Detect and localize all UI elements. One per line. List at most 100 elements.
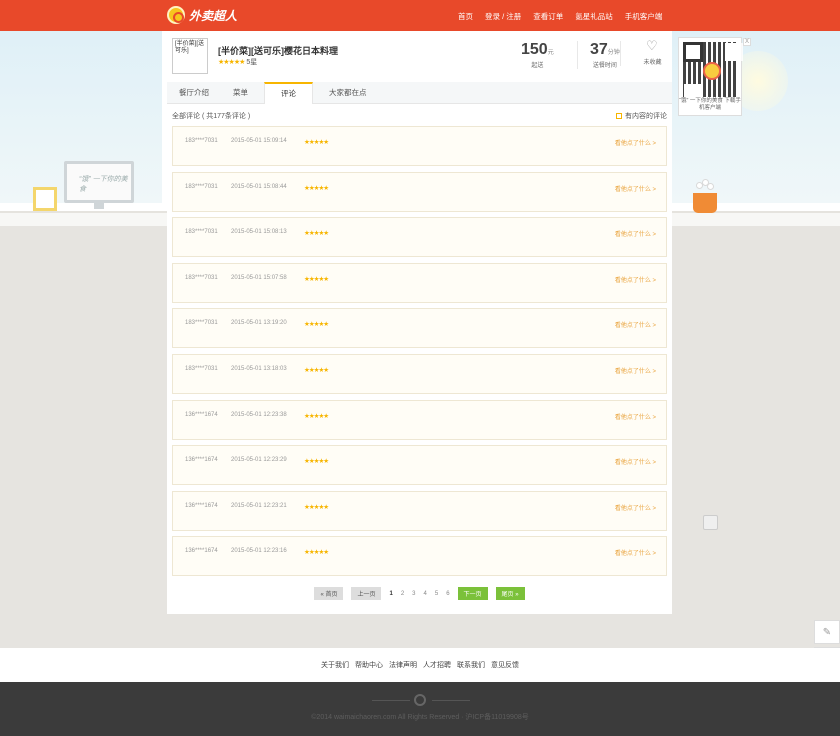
review-user: 183****7031: [185, 365, 218, 372]
nav-home[interactable]: 首页: [458, 11, 473, 22]
review-stars: ★★★★★: [304, 503, 329, 511]
prev-page-button[interactable]: 上一页: [351, 587, 382, 600]
page-4[interactable]: 4: [424, 591, 427, 597]
heart-icon: [646, 38, 658, 54]
flower-pot-icon: [693, 193, 717, 213]
review-user: 136****1674: [185, 457, 218, 464]
review-stars: ★★★★★: [304, 139, 329, 146]
view-order-link[interactable]: 看他点了什么 >: [615, 275, 656, 284]
review-item: 183****7031 2015-05-01 15:08:13 ★★★★★ 看他…: [172, 217, 667, 258]
review-stars: ★★★★★: [304, 549, 329, 557]
footer-jobs[interactable]: 人才招聘: [423, 660, 451, 670]
tab-menu[interactable]: 菜单: [221, 82, 260, 104]
view-order-link[interactable]: 看他点了什么 >: [615, 412, 656, 421]
review-stars: ★★★★★: [304, 230, 329, 238]
top-bar: 外卖超人 首页 登录 / 注册 查看订单 氪星礼品站 手机客户端: [0, 0, 840, 31]
monitor-text: “饿” 一下你的美食: [79, 176, 128, 193]
review-item: 183****7031 2015-05-01 13:19:20 ★★★★★ 看他…: [172, 308, 667, 349]
app-qr-panel: “饿” 一下你的美食 下载手机客户端 X: [678, 37, 751, 116]
monitor-illustration: “饿” 一下你的美食: [64, 161, 134, 209]
last-page-button[interactable]: 尾页 »: [495, 587, 525, 600]
footer-contact[interactable]: 联系我们: [457, 660, 485, 670]
review-stars: ★★★★★: [304, 321, 329, 329]
review-user: 136****1674: [185, 502, 218, 509]
review-stars: ★★★★★: [304, 366, 329, 374]
page-3[interactable]: 3: [412, 591, 415, 597]
delivery-time-stat: 37分钟 送餐时间: [577, 41, 620, 69]
review-stars: ★★★★★: [304, 275, 329, 283]
delivery-time-label: 送餐时间: [592, 63, 617, 69]
view-order-link[interactable]: 看他点了什么 >: [615, 457, 656, 466]
nav-login[interactable]: 登录 / 注册: [485, 11, 521, 22]
min-order-stat: 150元 起送: [521, 41, 554, 69]
delivery-time-value: 37: [590, 41, 608, 58]
review-item: 183****7031 2015-05-01 15:07:58 ★★★★★ 看他…: [172, 262, 667, 303]
review-user: 183****7031: [185, 183, 218, 190]
review-list: 183****7031 2015-05-01 15:09:14 ★★★★★ 看他…: [172, 126, 667, 582]
min-order-unit: 元: [547, 50, 554, 56]
page-6[interactable]: 6: [446, 591, 449, 597]
review-time: 2015-05-01 12:23:16: [231, 548, 287, 555]
tab-intro[interactable]: 餐厅介绍: [167, 82, 221, 104]
tab-reviews[interactable]: 评论: [264, 82, 313, 104]
footer-logo-icon: [414, 694, 426, 706]
footer-bottom: ©2014 waimaichaoren.com All Rights Reser…: [0, 682, 840, 736]
footer-legal[interactable]: 法律声明: [389, 660, 417, 670]
review-time: 2015-05-01 15:09:14: [231, 138, 287, 144]
content-filter-checkbox[interactable]: 有内容的评论: [616, 111, 667, 121]
close-icon[interactable]: X: [743, 38, 751, 46]
review-item: 183****7031 2015-05-01 15:08:44 ★★★★★ 看他…: [172, 171, 667, 212]
footer-divider: [372, 700, 410, 701]
view-order-link[interactable]: 看他点了什么 >: [615, 548, 656, 557]
view-order-link[interactable]: 看他点了什么 >: [615, 320, 656, 329]
first-page-button[interactable]: « 首页: [314, 587, 344, 600]
footer-about[interactable]: 关于我们: [321, 660, 349, 670]
review-time: 2015-05-01 12:23:38: [231, 411, 287, 418]
rating-stars: ★★★★★: [218, 59, 245, 66]
nav-mobile-app[interactable]: 手机客户端: [625, 11, 663, 22]
view-order-link[interactable]: 看他点了什么 >: [615, 184, 656, 193]
site-logo[interactable]: 外卖超人: [167, 6, 237, 24]
checkbox-icon: [616, 113, 622, 119]
footer-divider: [432, 700, 470, 701]
logo-text: 外卖超人: [189, 8, 238, 23]
review-stars: ★★★★★: [304, 412, 329, 420]
photo-frame-icon: [33, 187, 57, 211]
min-order-value: 150: [521, 41, 548, 58]
restaurant-header: [半价菜][送可乐] [半价菜][送可乐]樱花日本料理 ★★★★★ 5星 150…: [167, 31, 672, 81]
review-time: 2015-05-01 13:18:03: [231, 365, 287, 372]
review-time: 2015-05-01 12:23:29: [231, 457, 287, 464]
nav-gifts[interactable]: 氪星礼品站: [575, 11, 613, 22]
review-user: 183****7031: [185, 229, 218, 236]
restaurant-logo: [半价菜][送可乐]: [172, 38, 208, 74]
copyright: ©2014 waimaichaoren.com All Rights Reser…: [311, 714, 529, 721]
review-user: 183****7031: [185, 274, 218, 281]
min-order-label: 起送: [531, 63, 544, 69]
restaurant-name: [半价菜][送可乐]樱花日本料理: [218, 46, 338, 56]
page-5[interactable]: 5: [435, 591, 438, 597]
view-order-link[interactable]: 看他点了什么 >: [615, 503, 656, 512]
review-user: 183****7031: [185, 138, 218, 144]
footer-feedback[interactable]: 意见反馈: [491, 660, 519, 670]
feedback-edit-icon[interactable]: ✎: [814, 620, 840, 644]
view-order-link[interactable]: 看他点了什么 >: [615, 138, 656, 147]
next-page-button[interactable]: 下一页: [457, 587, 488, 600]
favorite-button[interactable]: 未收藏: [620, 38, 672, 66]
review-user: 136****1674: [185, 548, 218, 555]
review-user: 136****1674: [185, 411, 218, 418]
review-user: 183****7031: [185, 320, 218, 327]
page-1[interactable]: 1: [389, 591, 392, 597]
top-nav: 首页 登录 / 注册 查看订单 氪星礼品站 手机客户端: [458, 11, 674, 22]
review-time: 2015-05-01 15:07:58: [231, 274, 287, 281]
review-item: 136****1674 2015-05-01 12:23:21 ★★★★★ 看他…: [172, 490, 667, 531]
view-order-link[interactable]: 看他点了什么 >: [615, 229, 656, 238]
logo-icon: [167, 6, 185, 24]
review-item: 136****1674 2015-05-01 12:23:16 ★★★★★ 看他…: [172, 536, 667, 577]
footer-help[interactable]: 帮助中心: [355, 660, 383, 670]
view-order-link[interactable]: 看他点了什么 >: [615, 366, 656, 375]
page-2[interactable]: 2: [401, 591, 404, 597]
tab-popular[interactable]: 大家都在点: [317, 82, 379, 104]
nav-orders[interactable]: 查看订单: [533, 11, 563, 22]
favorite-label: 未收藏: [643, 60, 662, 66]
pagination: « 首页 上一页 1 2 3 4 5 6 下一页 尾页 »: [167, 587, 672, 600]
